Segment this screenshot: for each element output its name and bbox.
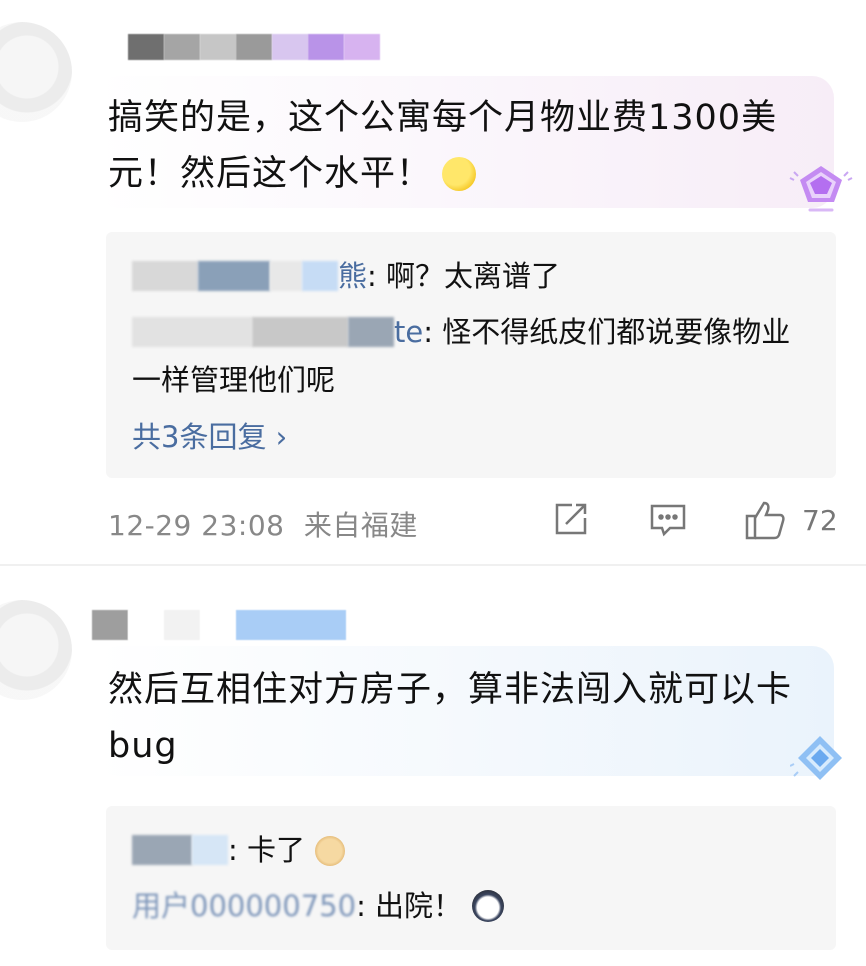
more-replies-link[interactable]: 共3条回复 ›	[132, 414, 287, 456]
reply-preview-box[interactable]: : 卡了 用户000000750: 出院！	[106, 806, 836, 950]
blue-gem-badge-icon	[789, 732, 860, 792]
reply-text: : 卡了	[228, 833, 305, 867]
username-blurred[interactable]	[128, 34, 380, 60]
comment-text: 搞笑的是，这个公寓每个月物业费1300美元！然后这个水平！	[108, 98, 778, 194]
grimace-emoji-icon	[442, 157, 477, 191]
comment-location: 来自福建	[303, 509, 418, 542]
reply-username[interactable]: te	[394, 315, 423, 349]
husky-emoji-icon	[472, 890, 505, 922]
comment-item: 然后互相住对方房子，算非法闯入就可以卡bug : 卡了 用户000000750:…	[0, 566, 866, 966]
reply-text: : 出院！	[356, 889, 463, 923]
reply-item[interactable]: : 卡了	[132, 826, 818, 874]
reply-preview-box[interactable]: 熊: 啊？太离谱了 te: 怪不得纸皮们都说要像物业一样管理他们呢 共3条回复 …	[106, 232, 836, 478]
reply-text: : 啊？太离谱了	[367, 259, 561, 293]
like-count: 72	[802, 504, 838, 537]
share-icon[interactable]	[552, 500, 590, 540]
reply-username[interactable]: 用户000000750	[132, 889, 356, 923]
like-icon[interactable]	[744, 500, 786, 540]
comment-time: 12-29 23:08	[108, 509, 285, 542]
comment-meta: 12-29 23:08 来自福建	[108, 504, 418, 544]
comment-text: 然后互相住对方房子，算非法闯入就可以卡bug	[108, 670, 793, 766]
comment-item: 搞笑的是，这个公寓每个月物业费1300美元！然后这个水平！ 熊: 啊？太离谱了 …	[0, 0, 866, 566]
reply-item[interactable]: 熊: 啊？太离谱了	[132, 252, 818, 300]
username-blurred[interactable]	[92, 610, 346, 640]
comment-icon[interactable]	[648, 500, 688, 540]
avatar[interactable]	[0, 600, 72, 700]
avatar[interactable]	[0, 22, 72, 122]
reply-item[interactable]: 用户000000750: 出院！	[132, 882, 818, 930]
reply-username[interactable]: 熊	[338, 259, 367, 293]
purple-gem-badge-icon	[786, 158, 856, 218]
reply-item[interactable]: te: 怪不得纸皮们都说要像物业一样管理他们呢	[132, 308, 818, 404]
doge-emoji-icon	[315, 836, 345, 866]
